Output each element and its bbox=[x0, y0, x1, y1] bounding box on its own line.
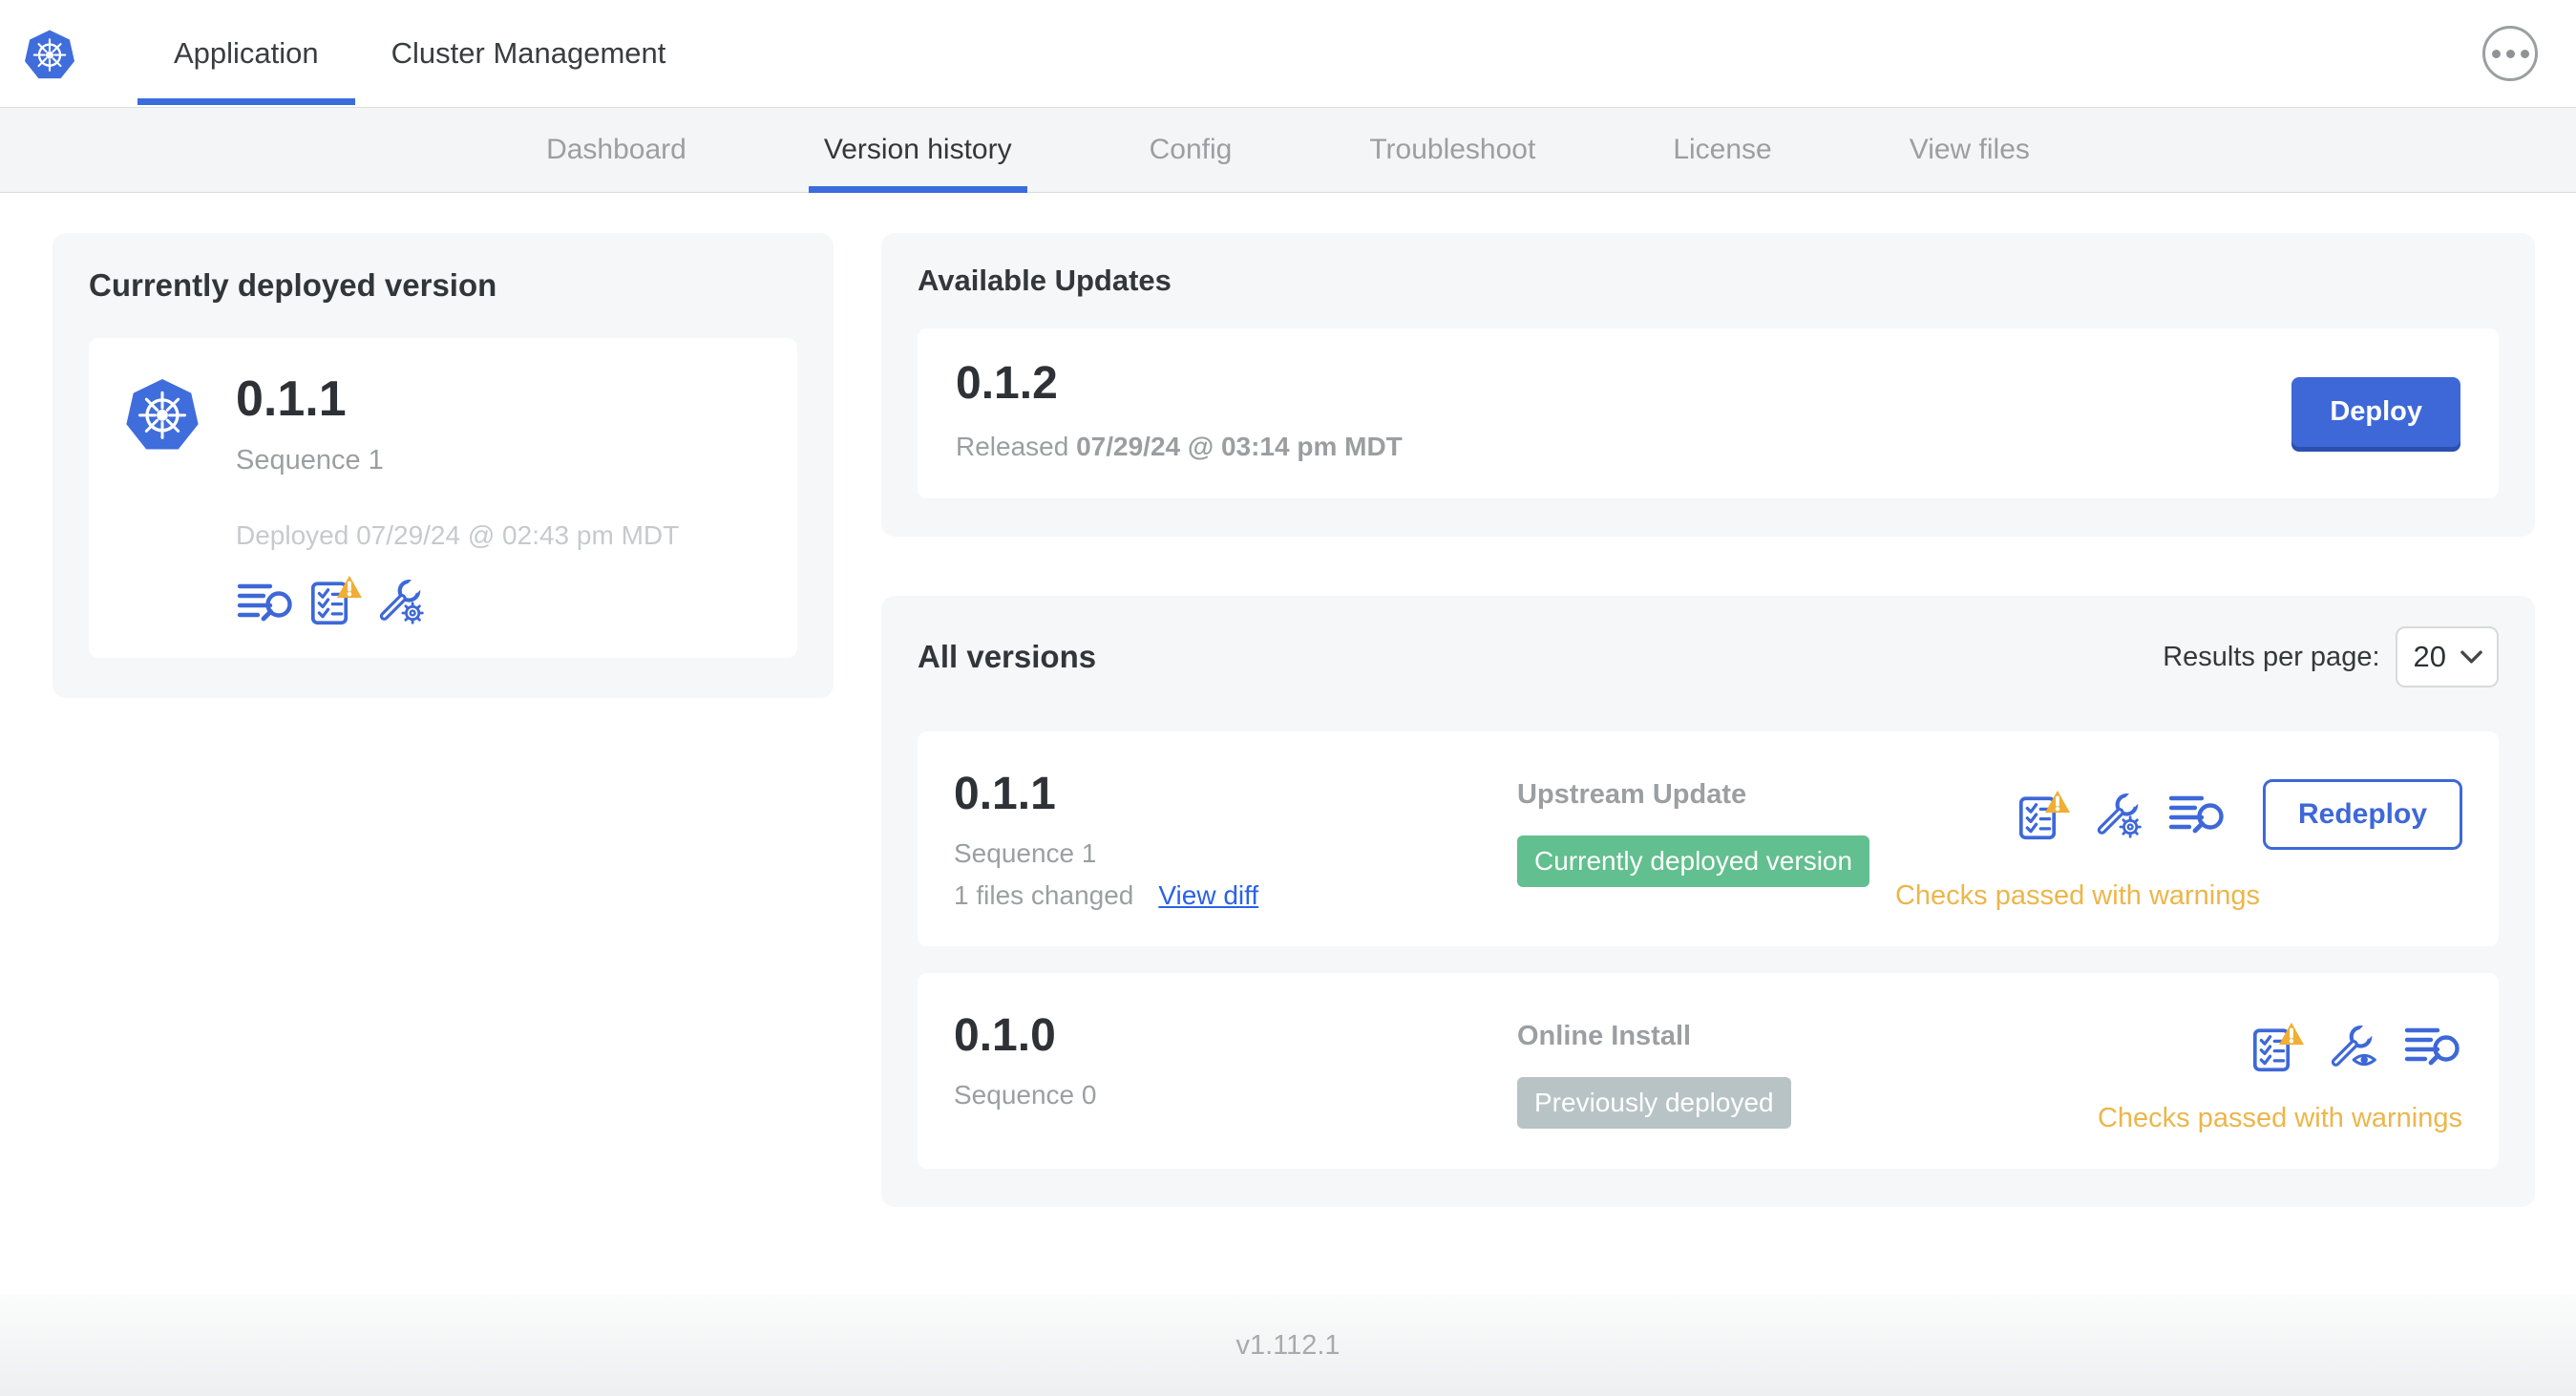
available-updates-title: Available Updates bbox=[918, 264, 1172, 297]
tab-dashboard[interactable]: Dashboard bbox=[538, 108, 694, 192]
update-released-line: Released 07/29/24 @ 03:14 pm MDT bbox=[956, 432, 1403, 462]
app-subnav: Dashboard Version history Config Trouble… bbox=[0, 107, 2576, 193]
version-actions-block: Checks passed with warnings bbox=[2098, 1013, 2462, 1134]
redeploy-button[interactable]: Redeploy bbox=[2262, 779, 2462, 850]
config-wrench-gear-icon[interactable] bbox=[377, 576, 427, 625]
kubernetes-app-icon bbox=[121, 374, 203, 455]
version-row: 0.1.1 Sequence 1 1 files changed View di… bbox=[918, 731, 2499, 946]
currently-deployed-details: 0.1.1 Sequence 1 Deployed 07/29/24 @ 02:… bbox=[236, 374, 679, 625]
diff-lines-magnifier-icon[interactable] bbox=[2167, 792, 2227, 837]
version-rows: 0.1.1 Sequence 1 1 files changed View di… bbox=[918, 731, 2499, 1169]
version-info: 0.1.1 Sequence 1 1 files changed View di… bbox=[954, 772, 1517, 912]
kots-admin-console: Application Cluster Management Dashboard… bbox=[0, 0, 2576, 1396]
right-column: Available Updates 0.1.2 Released 07/29/2… bbox=[881, 233, 2535, 1207]
tab-version-history[interactable]: Version history bbox=[808, 108, 1027, 193]
version-actions: Redeploy bbox=[2016, 779, 2462, 850]
main-content: Currently deployed version 0.1.1 Sequenc… bbox=[0, 193, 2576, 1295]
version-sequence: Sequence 1 bbox=[954, 838, 1097, 868]
status-badge: Previously deployed bbox=[1517, 1077, 1791, 1129]
view-diff-link[interactable]: View diff bbox=[1158, 880, 1258, 911]
tab-cluster-management-label: Cluster Management bbox=[391, 36, 666, 70]
ellipsis-dot bbox=[2505, 49, 2515, 58]
results-per-page-label: Results per page: bbox=[2163, 641, 2380, 672]
tab-license-label: License bbox=[1673, 134, 1772, 165]
config-wrench-eye-icon[interactable] bbox=[2329, 1022, 2380, 1071]
deploy-button[interactable]: Deploy bbox=[2291, 376, 2460, 447]
chevron-down-icon bbox=[2460, 650, 2482, 664]
diff-lines-magnifier-icon[interactable] bbox=[236, 580, 295, 625]
tab-application-label: Application bbox=[174, 36, 319, 70]
version-source: Online Install bbox=[1517, 1021, 1692, 1051]
version-source-block: Online Install Previously deployed bbox=[1517, 1013, 2098, 1134]
all-versions-panel: All versions Results per page: 20 0.1.1 … bbox=[881, 596, 2535, 1207]
all-versions-title: All versions bbox=[918, 639, 1097, 674]
app-footer: v1.112.1 bbox=[0, 1295, 2576, 1396]
ellipsis-dot bbox=[2520, 49, 2529, 58]
tab-version-history-label: Version history bbox=[823, 134, 1012, 165]
version-source: Upstream Update bbox=[1517, 779, 1747, 810]
preflight-checks-warning-icon[interactable] bbox=[308, 574, 364, 625]
currently-deployed-card: 0.1.1 Sequence 1 Deployed 07/29/24 @ 02:… bbox=[89, 338, 797, 658]
header-tabs: Application Cluster Management bbox=[137, 0, 702, 107]
version-source-block: Upstream Update Currently deployed versi… bbox=[1517, 772, 1895, 912]
version-info: 0.1.0 Sequence 0 bbox=[954, 1013, 1517, 1134]
tab-troubleshoot-label: Troubleshoot bbox=[1369, 134, 1536, 165]
released-date: 07/29/24 @ 03:14 pm MDT bbox=[1076, 432, 1403, 461]
version-row: 0.1.0 Sequence 0 Online Install Previous… bbox=[918, 973, 2499, 1169]
tab-troubleshoot[interactable]: Troubleshoot bbox=[1362, 108, 1543, 192]
app-header: Application Cluster Management bbox=[0, 0, 2576, 107]
console-version: v1.112.1 bbox=[1235, 1329, 1341, 1361]
ellipsis-dot bbox=[2491, 49, 2501, 58]
preflight-status-text: Checks passed with warnings bbox=[2097, 1103, 2462, 1133]
preflight-status-text: Checks passed with warnings bbox=[1894, 880, 2260, 911]
update-version-number: 0.1.2 bbox=[956, 358, 1058, 409]
tab-view-files[interactable]: View files bbox=[1902, 108, 2038, 192]
results-per-page-select[interactable]: 20 bbox=[2395, 626, 2499, 687]
kubernetes-logo-icon[interactable] bbox=[21, 27, 78, 82]
version-actions bbox=[2250, 1021, 2462, 1072]
status-badge: Currently deployed version bbox=[1517, 835, 1870, 887]
available-update-card: 0.1.2 Released 07/29/24 @ 03:14 pm MDT D… bbox=[918, 328, 2499, 498]
deployed-version-number: 0.1.1 bbox=[236, 371, 347, 427]
more-options-button[interactable] bbox=[2482, 26, 2538, 81]
tab-cluster-management[interactable]: Cluster Management bbox=[355, 0, 703, 107]
diff-lines-magnifier-icon[interactable] bbox=[2403, 1024, 2462, 1069]
files-changed-text: 1 files changed bbox=[954, 880, 1134, 910]
currently-deployed-panel: Currently deployed version 0.1.1 Sequenc… bbox=[53, 233, 834, 698]
deployed-timestamp: Deployed 07/29/24 @ 02:43 pm MDT bbox=[236, 520, 680, 550]
files-changed-line: 1 files changed View diff bbox=[954, 880, 1517, 911]
tab-application[interactable]: Application bbox=[137, 0, 355, 107]
tab-view-files-label: View files bbox=[1909, 134, 2030, 165]
tab-config-label: Config bbox=[1149, 134, 1233, 165]
results-per-page-value: 20 bbox=[2413, 640, 2446, 673]
preflight-checks-warning-icon[interactable] bbox=[2016, 789, 2072, 840]
currently-deployed-title: Currently deployed version bbox=[89, 267, 497, 303]
tab-dashboard-label: Dashboard bbox=[546, 134, 686, 165]
released-prefix: Released bbox=[956, 432, 1069, 461]
available-update-info: 0.1.2 Released 07/29/24 @ 03:14 pm MDT bbox=[956, 361, 1403, 462]
deployed-sequence: Sequence 1 bbox=[236, 445, 384, 476]
version-number: 0.1.0 bbox=[954, 1010, 1056, 1061]
config-wrench-gear-icon[interactable] bbox=[2095, 790, 2144, 839]
version-actions-block: Redeploy Checks passed with warnings bbox=[1895, 772, 2462, 912]
all-versions-header: All versions Results per page: 20 bbox=[918, 626, 2499, 687]
preflight-checks-warning-icon[interactable] bbox=[2250, 1021, 2306, 1072]
tab-license[interactable]: License bbox=[1665, 108, 1779, 192]
version-number: 0.1.1 bbox=[954, 769, 1056, 819]
tab-config[interactable]: Config bbox=[1142, 108, 1240, 192]
available-updates-panel: Available Updates 0.1.2 Released 07/29/2… bbox=[881, 233, 2535, 537]
results-per-page: Results per page: 20 bbox=[2163, 626, 2499, 687]
version-sequence: Sequence 0 bbox=[954, 1080, 1097, 1110]
deployed-version-actions bbox=[236, 574, 679, 625]
